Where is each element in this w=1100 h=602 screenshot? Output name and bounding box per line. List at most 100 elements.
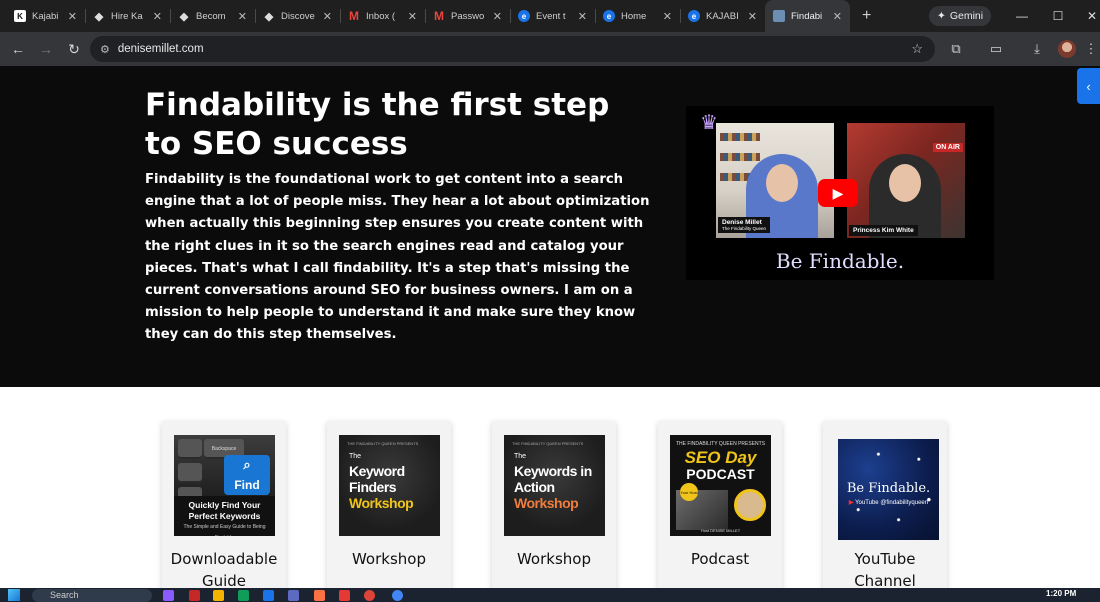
menu-icon[interactable]: ⋮ (1080, 38, 1100, 60)
app-icon[interactable] (189, 590, 200, 601)
resource-card-youtube[interactable]: Be Findable. ▶ YouTube @findabilityqueen… (823, 421, 947, 588)
download-icon[interactable]: ⤓ (1026, 38, 1048, 60)
magnifier-icon: ⌕ (243, 457, 251, 472)
tab-home[interactable]: e Home ✕ (595, 0, 680, 32)
tab-title: KAJABI (706, 10, 739, 22)
resource-card-podcast[interactable]: THE FINDABILITY QUEEN PRESENTS SEO Day P… (658, 421, 782, 588)
thumb-the: The (514, 453, 527, 460)
find-key: ⌕ Find (224, 455, 270, 495)
card-label: Podcast (690, 550, 750, 568)
diamond-icon: ◆ (94, 10, 104, 23)
sparkle-icon: ✦ (937, 10, 946, 22)
chevron-left-icon[interactable]: ‹ (1077, 68, 1100, 104)
resource-card-workshop-2[interactable]: THE FINDABILITY QUEEN PRESENTS The Keywo… (492, 421, 616, 588)
app-icon[interactable] (238, 590, 249, 601)
guest-name: Princess Kim White (849, 225, 918, 236)
play-icon[interactable]: ▶ (818, 179, 858, 207)
profile-avatar[interactable] (1058, 40, 1076, 58)
find-key-label: Find (234, 478, 260, 492)
tab-findability[interactable]: Findabi ✕ (765, 0, 850, 32)
tab-title: Event t (536, 10, 566, 22)
taskbar-search[interactable]: Search (32, 589, 152, 602)
close-icon[interactable]: ✕ (493, 10, 502, 23)
hero-section: Findability is the first step to SEO suc… (0, 66, 1100, 387)
close-icon[interactable]: ✕ (323, 10, 332, 23)
new-tab-button[interactable]: + (862, 7, 871, 25)
reload-button[interactable]: ↻ (60, 35, 88, 63)
back-button[interactable]: ← (4, 35, 32, 63)
app-icon[interactable] (163, 590, 174, 601)
thumb-small-text: THE FINDABILITY QUEEN PRESENTS (512, 441, 584, 446)
close-window-button[interactable]: ✕ (1072, 0, 1100, 32)
resource-card-workshop-1[interactable]: THE FINDABILITY QUEEN PRESENTS The Keywo… (327, 421, 451, 588)
tab-password[interactable]: M Passwo ✕ (425, 0, 510, 32)
page-icon (773, 10, 785, 22)
tab-become[interactable]: ◆ Becom ✕ (170, 0, 255, 32)
kajabi-icon: K (14, 10, 26, 22)
chrome-icon[interactable] (364, 590, 375, 601)
app-icon[interactable] (339, 590, 350, 601)
yt-handle: @findabilityqueen (880, 500, 929, 506)
minimize-button[interactable]: — (1002, 0, 1042, 32)
tab-event[interactable]: e Event t ✕ (510, 0, 595, 32)
video-panel-left: Denise Millet The Findability Queen (716, 123, 834, 238)
guide-title: Quickly Find Your Perfect Keywords (188, 500, 261, 521)
video-panel-right: ON AIR Princess Kim White (847, 123, 965, 238)
hero-title: Findability is the first step to SEO suc… (145, 87, 610, 162)
gemini-button[interactable]: ✦ Gemini (929, 6, 992, 26)
tab-title: Becom (196, 10, 226, 22)
host-photo (734, 489, 766, 521)
resource-card-guide[interactable]: Backspace ⌕ Find Quickly Find Your Perfe… (162, 421, 286, 588)
site-info-icon[interactable]: ⚙ (100, 43, 110, 56)
bookmark-star-icon[interactable]: ☆ (911, 41, 923, 57)
yt-logo-text: YouTube (855, 500, 879, 506)
thumb-title: Keywords in Action (514, 463, 592, 495)
close-icon[interactable]: ✕ (748, 10, 757, 23)
podcast-seo-day: SEO Day (684, 448, 757, 467)
gmail-icon: M (434, 9, 444, 23)
thumb-the: The (349, 453, 362, 460)
podcast-thumbnail: THE FINDABILITY QUEEN PRESENTS SEO Day P… (670, 435, 771, 536)
podcast-word: PODCAST (686, 466, 755, 482)
host-sticker: Your Host (680, 483, 698, 501)
close-icon[interactable]: ✕ (408, 10, 417, 23)
cast-icon[interactable]: ▭ (985, 38, 1007, 60)
tab-inbox[interactable]: M Inbox ( ✕ (340, 0, 425, 32)
folder-icon[interactable] (213, 590, 224, 601)
teams-icon[interactable] (288, 590, 299, 601)
close-icon[interactable]: ✕ (663, 10, 672, 23)
close-icon[interactable]: ✕ (578, 10, 587, 23)
taskbar: Search 1:20 PM (0, 588, 1100, 602)
tab-title: Hire Ka (111, 10, 143, 22)
extensions-icon[interactable]: ⧉ (945, 38, 967, 60)
forward-button[interactable]: → (32, 35, 60, 63)
globe-icon: e (688, 10, 700, 22)
tab-kajabi-2[interactable]: e KAJABI ✕ (680, 0, 765, 32)
thumb-workshop: Workshop (514, 495, 579, 511)
address-bar[interactable]: ⚙ denisemillet.com ☆ (90, 36, 935, 62)
chrome-icon[interactable] (392, 590, 403, 601)
yt-thumb-title: Be Findable. (846, 481, 931, 496)
workshop-thumbnail: THE FINDABILITY QUEEN PRESENTS The Keywo… (504, 435, 605, 536)
gemini-label: Gemini (949, 10, 984, 22)
card-label: YouTube Channel (854, 550, 916, 588)
guide-subtitle: The Simple and Easy Guide to Being Finda… (183, 524, 266, 536)
close-icon[interactable]: ✕ (833, 10, 842, 23)
app-icon[interactable] (314, 590, 325, 601)
globe-icon: e (603, 10, 615, 22)
tab-title: Inbox ( (366, 10, 396, 22)
app-icon[interactable] (263, 590, 274, 601)
host-subtitle: The Findability Queen (722, 226, 767, 231)
card-label: Workshop (351, 550, 426, 568)
tab-kajabi[interactable]: K Kajabi ✕ (0, 0, 85, 32)
card-label: Workshop (516, 550, 591, 568)
thumb-title: Keyword Finders (349, 463, 405, 495)
tab-discover[interactable]: ◆ Discove ✕ (255, 0, 340, 32)
close-icon[interactable]: ✕ (238, 10, 247, 23)
close-icon[interactable]: ✕ (68, 10, 77, 23)
tab-hire-kajabi[interactable]: ◆ Hire Ka ✕ (85, 0, 170, 32)
thumb-small-text: THE FINDABILITY QUEEN PRESENTS (347, 441, 419, 446)
video-embed[interactable]: ♛ Denise Millet The Findability Queen ON… (686, 106, 994, 280)
windows-start-icon[interactable] (8, 589, 20, 601)
close-icon[interactable]: ✕ (153, 10, 162, 23)
